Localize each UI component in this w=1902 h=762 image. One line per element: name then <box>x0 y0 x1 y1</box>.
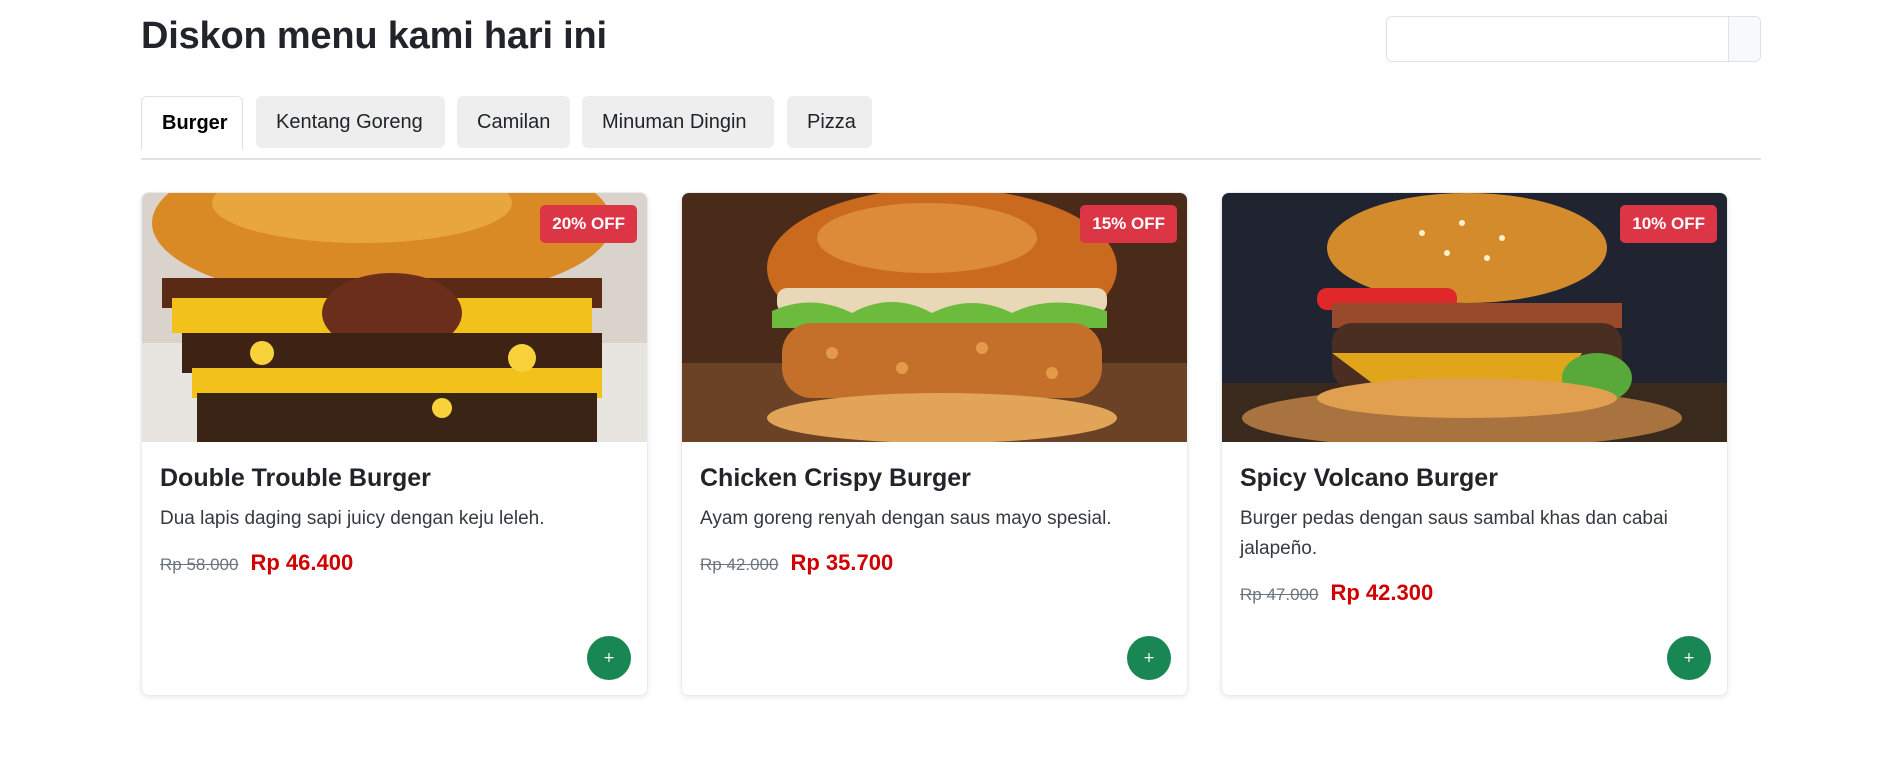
category-tabs: Burger Kentang Goreng Camilan Minuman Di… <box>141 96 1761 160</box>
discount-badge: 10% OFF <box>1620 205 1717 243</box>
discount-badge: 20% OFF <box>540 205 637 243</box>
new-price: Rp 35.700 <box>790 550 894 575</box>
old-price: Rp 47.000 <box>1240 585 1319 604</box>
product-description: Ayam goreng renyah dengan saus mayo spes… <box>700 508 1112 529</box>
price-row: Rp 58.000 Rp 46.400 <box>160 550 629 576</box>
price-row: Rp 47.000 Rp 42.300 <box>1240 580 1709 606</box>
search-button[interactable] <box>1728 17 1760 61</box>
product-card: 20% OFF Double Trouble Burger Dua lapis … <box>141 192 648 696</box>
search-input[interactable] <box>1387 17 1728 61</box>
product-card: 10% OFF Spicy Volcano Burger Burger peda… <box>1221 192 1728 696</box>
tab-minuman-dingin[interactable]: Minuman Dingin <box>582 96 774 148</box>
product-name: Double Trouble Burger <box>160 464 431 492</box>
double-patty-cheeseburger-icon: 20% OFF <box>142 193 647 442</box>
card-body: Double Trouble Burger Dua lapis daging s… <box>160 442 629 576</box>
card-body: Chicken Crispy Burger Ayam goreng renyah… <box>700 442 1169 576</box>
discount-badge: 15% OFF <box>1080 205 1177 243</box>
new-price: Rp 42.300 <box>1330 580 1434 605</box>
search-group <box>1386 16 1761 62</box>
page-header: Diskon menu kami hari ini <box>141 0 1761 80</box>
old-price: Rp 58.000 <box>160 555 239 574</box>
spicy-beef-burger-icon: 10% OFF <box>1222 193 1727 442</box>
product-card: 15% OFF Chicken Crispy Burger Ayam goren… <box>681 192 1188 696</box>
old-price: Rp 42.000 <box>700 555 779 574</box>
product-name: Chicken Crispy Burger <box>700 464 971 492</box>
card-body: Spicy Volcano Burger Burger pedas dengan… <box>1240 442 1709 606</box>
product-description: Dua lapis daging sapi juicy dengan keju … <box>160 508 545 529</box>
add-to-cart-button[interactable]: + <box>1127 636 1171 680</box>
tab-pizza[interactable]: Pizza <box>787 96 872 148</box>
price-row: Rp 42.000 Rp 35.700 <box>700 550 1169 576</box>
add-to-cart-button[interactable]: + <box>587 636 631 680</box>
tab-burger[interactable]: Burger <box>141 96 243 150</box>
crispy-chicken-burger-icon: 15% OFF <box>682 193 1187 442</box>
tab-kentang-goreng[interactable]: Kentang Goreng <box>256 96 445 148</box>
product-description: Burger pedas dengan saus sambal khas dan… <box>1240 508 1668 559</box>
new-price: Rp 46.400 <box>250 550 354 575</box>
add-to-cart-button[interactable]: + <box>1667 636 1711 680</box>
page: Diskon menu kami hari ini Burger Kentang… <box>0 0 1902 762</box>
tab-camilan[interactable]: Camilan <box>457 96 570 148</box>
product-name: Spicy Volcano Burger <box>1240 464 1498 492</box>
page-title: Diskon menu kami hari ini <box>141 15 607 57</box>
